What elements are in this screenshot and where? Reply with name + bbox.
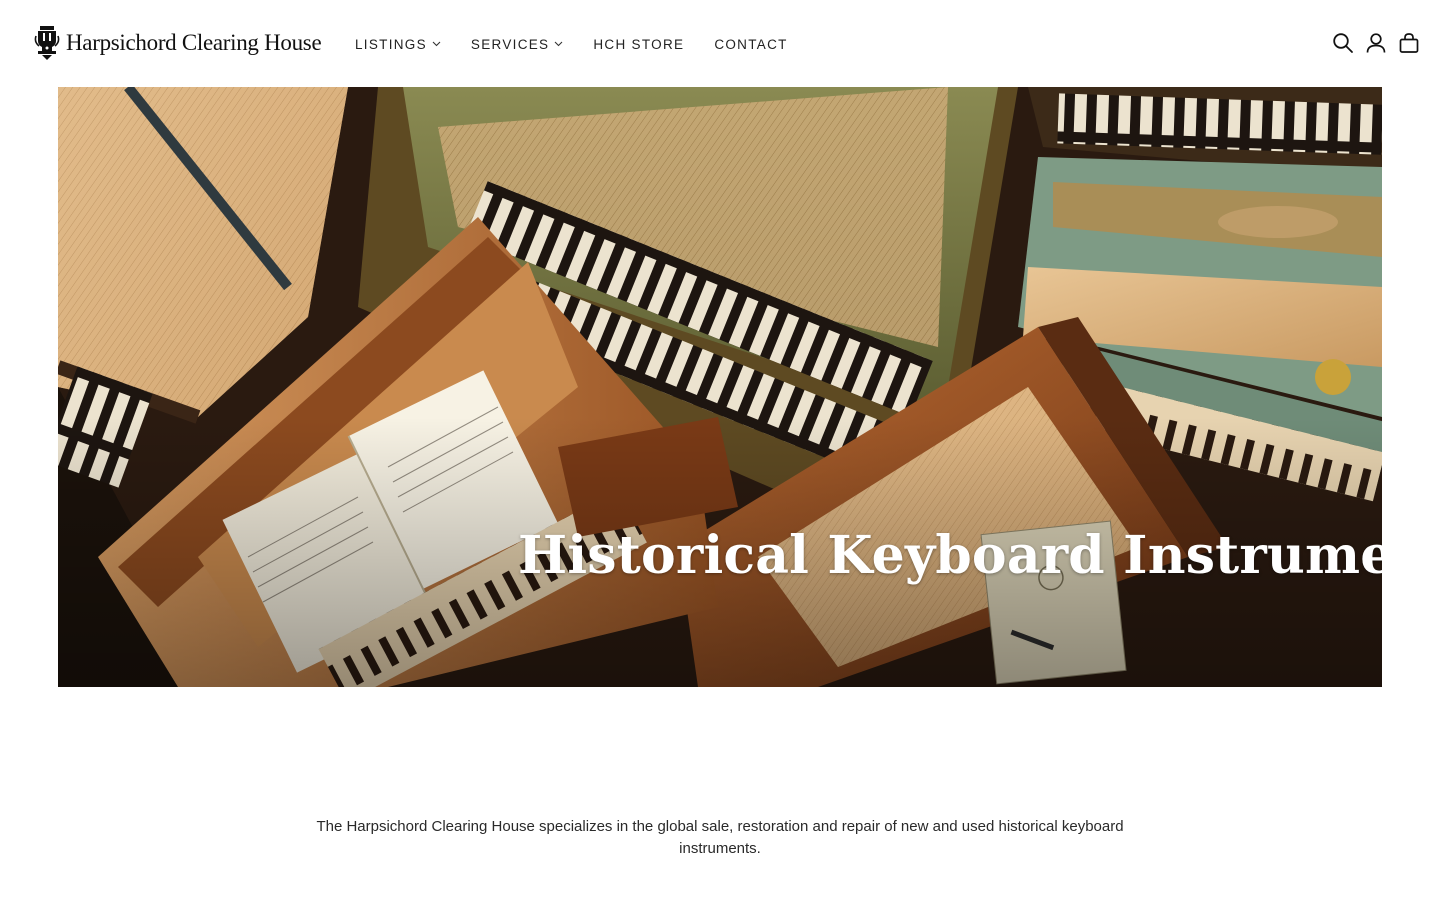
logo-link[interactable]: Harpsichord Clearing House [34,22,322,64]
brand-name: Harpsichord Clearing House [66,30,322,55]
hero-title: Historical Keyboard Instruments [518,525,1382,586]
nav-item-label: CONTACT [714,36,788,52]
chevron-down-icon [554,41,563,47]
chevron-down-icon [432,41,441,47]
nav-item-services[interactable]: SERVICES [471,37,563,52]
site-header: Harpsichord Clearing House LISTINGS SERV… [0,0,1440,87]
main-nav: LISTINGS SERVICES HCH STORE CONTACT [355,34,818,54]
search-icon[interactable] [1332,32,1354,54]
nav-item-contact[interactable]: CONTACT [714,37,787,52]
account-icon[interactable] [1365,32,1387,54]
nav-item-listings[interactable]: LISTINGS [355,37,441,52]
cart-bag-icon[interactable] [1398,32,1420,54]
crest-emblem-icon [34,26,60,60]
header-actions [1332,31,1420,55]
nav-item-hch-store[interactable]: HCH STORE [593,37,684,52]
nav-item-label: SERVICES [470,36,550,52]
hero-image [58,87,1382,687]
intro-text: The Harpsichord Clearing House specializ… [316,818,1124,857]
nav-item-label: LISTINGS [355,36,427,52]
hero-banner: Historical Keyboard Instruments [58,87,1382,687]
nav-item-label: HCH STORE [593,36,685,52]
